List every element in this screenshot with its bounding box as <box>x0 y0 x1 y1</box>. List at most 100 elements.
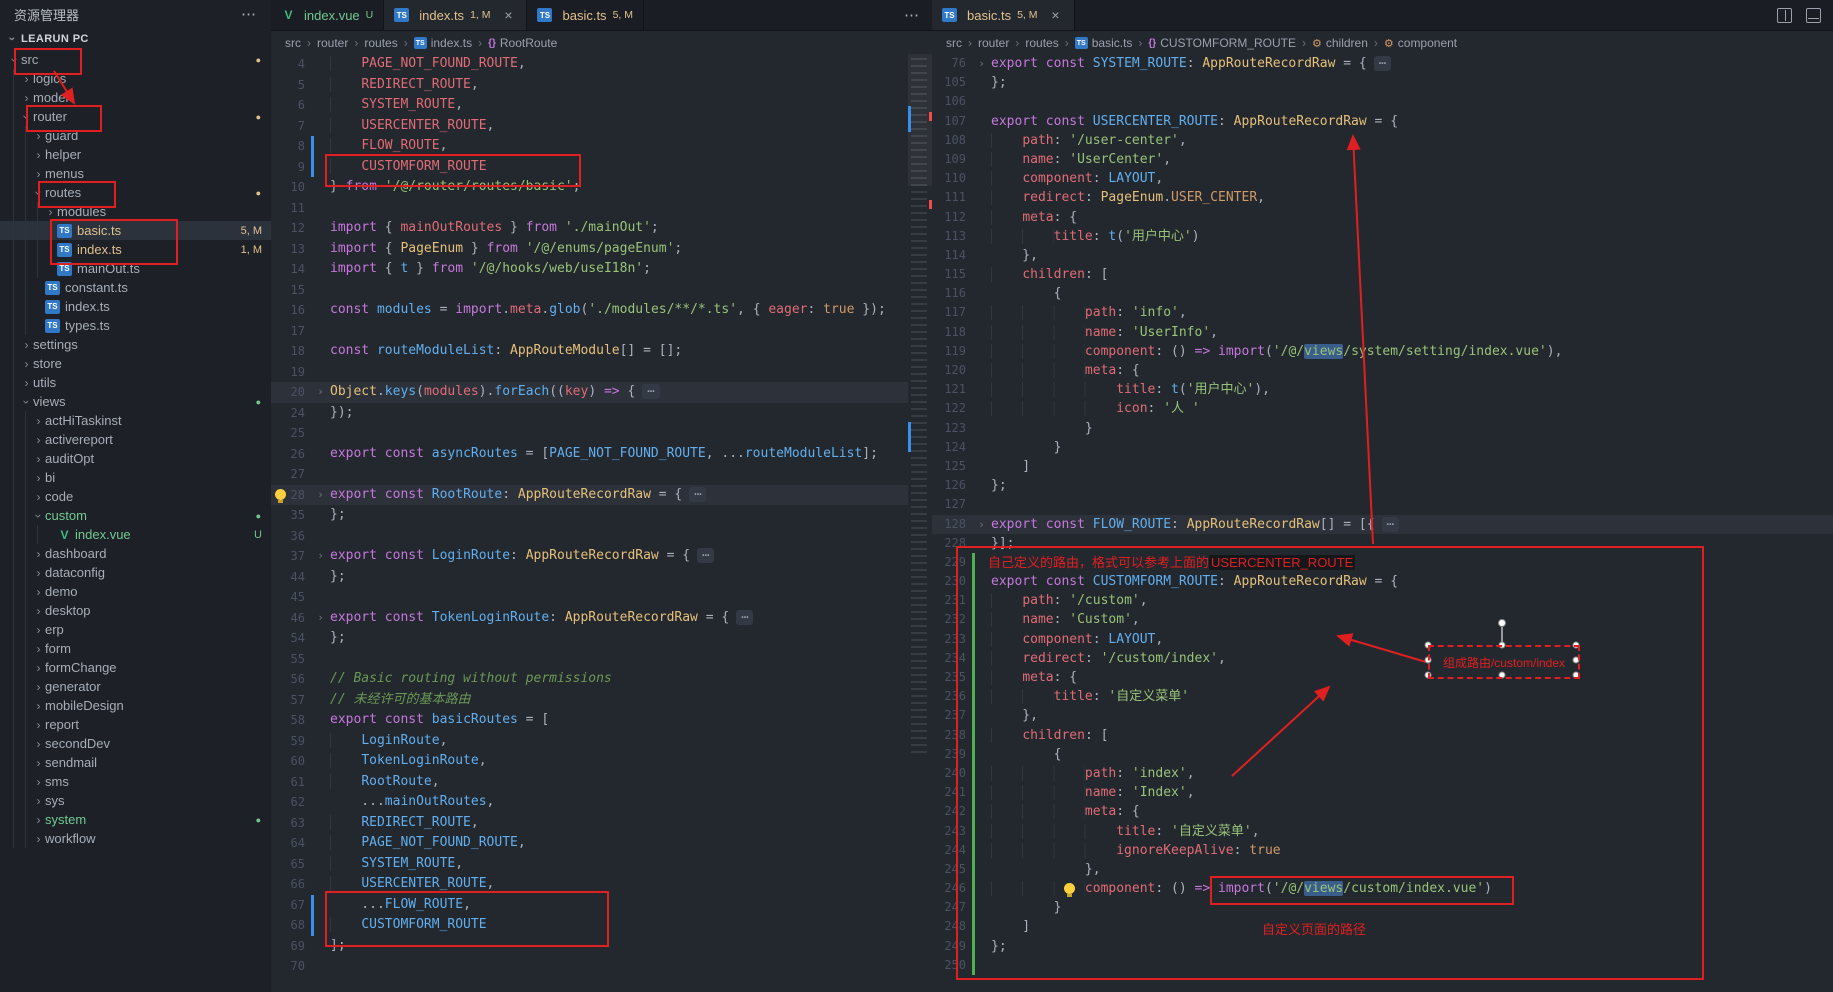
tree-folder-formChange[interactable]: ›formChange <box>0 658 271 677</box>
tree-folder-bi[interactable]: ›bi <box>0 468 271 487</box>
tree-file-basic.ts[interactable]: TSbasic.ts5, M <box>0 221 271 240</box>
tree-folder-report[interactable]: ›report <box>0 715 271 734</box>
breadcrumb-item-index.ts[interactable]: TSindex.ts <box>414 36 472 50</box>
folded-code-ellipsis[interactable]: ⋯ <box>736 610 753 625</box>
tree-folder-router[interactable]: ›router● <box>0 107 271 126</box>
more-actions-icon[interactable]: ⋯ <box>241 5 257 23</box>
tree-folder-erp[interactable]: ›erp <box>0 620 271 639</box>
tab-basic.ts[interactable]: TSbasic.ts5, M <box>527 0 644 30</box>
tree-folder-logics[interactable]: ›logics <box>0 69 271 88</box>
tree-folder-desktop[interactable]: ›desktop <box>0 601 271 620</box>
breadcrumb-item-component[interactable]: ⚙component <box>1384 36 1457 50</box>
tree-folder-model[interactable]: ›model <box>0 88 271 107</box>
tree-folder-views[interactable]: ›views● <box>0 392 271 411</box>
code-editor-index-ts[interactable]: 4 PAGE_NOT_FOUND_ROUTE,5 REDIRECT_ROUTE,… <box>271 54 932 977</box>
tree-folder-actHiTaskinst[interactable]: ›actHiTaskinst <box>0 411 271 430</box>
code-token: }); <box>854 302 885 317</box>
fold-icon[interactable]: › <box>314 485 327 506</box>
tree-folder-dashboard[interactable]: ›dashboard <box>0 544 271 563</box>
tab-basic.ts[interactable]: TSbasic.ts5, M× <box>932 0 1075 30</box>
tree-folder-generator[interactable]: ›generator <box>0 677 271 696</box>
tree-folder-dataconfig[interactable]: ›dataconfig <box>0 563 271 582</box>
fold-icon[interactable]: › <box>314 546 327 567</box>
breadcrumb-item-RootRoute[interactable]: {}RootRoute <box>488 36 557 50</box>
annotation-callout-route[interactable]: 组成路由/custom/index <box>1428 645 1580 679</box>
ts-icon: TS <box>57 243 72 257</box>
tree-file-index.vue[interactable]: Vindex.vueU <box>0 525 271 544</box>
code-token <box>330 753 361 768</box>
tree-folder-guard[interactable]: ›guard <box>0 126 271 145</box>
chevron-right-icon: › <box>32 167 45 181</box>
workspace-header[interactable]: › LEARUN PC <box>0 28 271 50</box>
fold-icon[interactable]: › <box>975 54 988 73</box>
tree-item-label: auditOpt <box>45 451 94 466</box>
close-icon[interactable]: × <box>500 7 516 23</box>
tree-folder-settings[interactable]: ›settings <box>0 335 271 354</box>
tree-folder-workflow[interactable]: ›workflow <box>0 829 271 848</box>
folded-code-ellipsis[interactable]: ⋯ <box>697 548 714 563</box>
folded-code-ellipsis[interactable]: ⋯ <box>642 384 659 399</box>
fold-icon[interactable]: › <box>975 515 988 534</box>
tree-folder-sms[interactable]: ›sms <box>0 772 271 791</box>
code-token: : <box>1085 190 1101 205</box>
close-icon[interactable]: × <box>1048 7 1064 23</box>
tree-folder-sys[interactable]: ›sys <box>0 791 271 810</box>
code-token <box>424 446 432 461</box>
annotation-note-prefix: 自己定义的路由，格式可以参考上面的 <box>988 555 1209 570</box>
tree-folder-routes[interactable]: ›routes● <box>0 183 271 202</box>
lightbulb-icon[interactable] <box>275 489 286 500</box>
tree-folder-store[interactable]: ›store <box>0 354 271 373</box>
tree-folder-code[interactable]: ›code <box>0 487 271 506</box>
more-actions-icon[interactable]: ⋯ <box>904 6 920 24</box>
tree-file-index.ts[interactable]: TSindex.ts1, M <box>0 240 271 259</box>
tree-folder-utils[interactable]: ›utils <box>0 373 271 392</box>
tree-folder-auditOpt[interactable]: ›auditOpt <box>0 449 271 468</box>
tree-folder-activereport[interactable]: ›activereport <box>0 430 271 449</box>
tree-file-constant.ts[interactable]: TSconstant.ts <box>0 278 271 297</box>
tree-folder-sendmail[interactable]: ›sendmail <box>0 753 271 772</box>
tree-file-types.ts[interactable]: TStypes.ts <box>0 316 271 335</box>
split-editor-icon[interactable] <box>1777 8 1792 23</box>
tab-index.vue[interactable]: Vindex.vueU <box>271 0 384 30</box>
lightbulb-icon[interactable] <box>1064 883 1075 894</box>
line-number: 120 <box>932 361 968 380</box>
tree-folder-helper[interactable]: ›helper <box>0 145 271 164</box>
line-number: 46 <box>271 608 307 629</box>
breadcrumb-item-basic.ts[interactable]: TSbasic.ts <box>1075 36 1133 50</box>
tree-file-index.ts[interactable]: TSindex.ts <box>0 297 271 316</box>
fold-icon[interactable]: › <box>314 382 327 403</box>
minimap[interactable] <box>908 54 932 992</box>
tree-folder-secondDev[interactable]: ›secondDev <box>0 734 271 753</box>
tab-index.ts[interactable]: TSindex.ts1, M× <box>384 0 527 30</box>
folded-code-ellipsis[interactable]: ⋯ <box>689 487 706 502</box>
breadcrumb-item-src[interactable]: src <box>285 36 301 50</box>
code-editor-basic-ts[interactable]: 76›export const SYSTEM_ROUTE: AppRouteRe… <box>932 54 1833 975</box>
chevron-right-icon: › <box>32 775 45 789</box>
tree-folder-custom[interactable]: ›custom● <box>0 506 271 525</box>
tree-folder-src[interactable]: ›src● <box>0 50 271 69</box>
breadcrumb-item-routes[interactable]: routes <box>1025 36 1058 50</box>
fold-column <box>975 956 988 975</box>
breadcrumb-item-routes[interactable]: routes <box>364 36 397 50</box>
breadcrumb-item-src[interactable]: src <box>946 36 962 50</box>
code-token: asyncRoutes <box>432 446 518 461</box>
breadcrumb-item-router[interactable]: router <box>317 36 348 50</box>
chevron-right-icon: › <box>20 91 33 105</box>
tree-file-mainOut.ts[interactable]: TSmainOut.ts <box>0 259 271 278</box>
folded-code-ellipsis[interactable]: ⋯ <box>1374 56 1391 71</box>
layout-icon[interactable] <box>1806 8 1821 23</box>
fold-icon[interactable]: › <box>314 608 327 629</box>
tree-folder-demo[interactable]: ›demo <box>0 582 271 601</box>
breadcrumb-item-router[interactable]: router <box>978 36 1009 50</box>
code-token: /custom/index.vue' <box>1343 881 1484 896</box>
tree-folder-system[interactable]: ›system● <box>0 810 271 829</box>
tree-folder-mobileDesign[interactable]: ›mobileDesign <box>0 696 271 715</box>
fold-column <box>975 802 988 821</box>
tree-folder-modules[interactable]: ›modules <box>0 202 271 221</box>
breadcrumb-item-CUSTOMFORM_ROUTE[interactable]: {}CUSTOMFORM_ROUTE <box>1148 36 1296 50</box>
breadcrumb-item-children[interactable]: ⚙children <box>1312 36 1368 50</box>
tree-folder-form[interactable]: ›form <box>0 639 271 658</box>
folded-code-ellipsis[interactable]: ⋯ <box>1382 517 1399 532</box>
code-token <box>330 138 361 153</box>
tree-folder-menus[interactable]: ›menus <box>0 164 271 183</box>
